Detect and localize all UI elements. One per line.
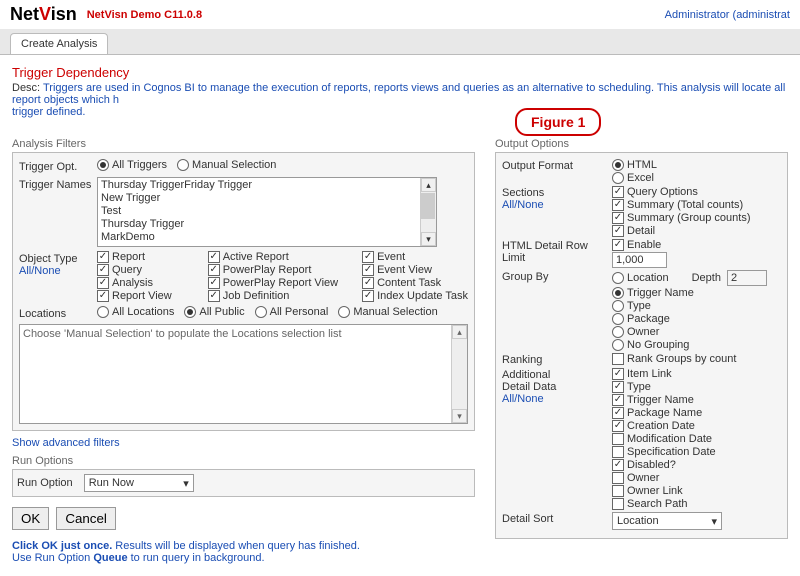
locations-textarea[interactable]: Choose 'Manual Selection' to populate th… [19,324,468,424]
check-summary-total-counts-[interactable]: Summary (Total counts) [612,199,750,211]
scrollbar[interactable]: ▴ ▾ [451,325,467,423]
groupby-label: Group By [502,270,612,283]
check-trigger-name[interactable]: Trigger Name [612,394,716,406]
check-modification-date[interactable]: Modification Date [612,433,716,445]
footer-text: Click OK just once. Results will be disp… [12,540,475,564]
check-summary-group-counts-[interactable]: Summary (Group counts) [612,212,750,224]
check-powerplay-report-view[interactable]: PowerPlay Report View [208,277,338,289]
check-query[interactable]: Query [97,264,172,276]
chevron-up-icon: ▴ [421,178,436,192]
analysis-filters-panel: Trigger Opt. All Triggers Manual Selecti… [12,152,475,431]
output-format-label: Output Format [502,159,612,172]
radio-excel[interactable]: Excel [612,172,657,184]
logo: NetVisn [10,4,77,25]
output-options-title: Output Options [495,138,788,150]
run-option-label: Run Option [17,477,73,489]
allnone-link[interactable]: All/None [502,393,612,405]
chevron-down-icon: ▾ [711,515,717,528]
check-specification-date[interactable]: Specification Date [612,446,716,458]
radio-group-location[interactable]: LocationDepth2 [612,270,767,286]
object-type-label: Object TypeAll/None [19,251,97,277]
check-query-options[interactable]: Query Options [612,186,750,198]
detail-sort-select[interactable]: Location▾ [612,512,722,530]
allnone-link[interactable]: All/None [19,265,97,277]
check-event[interactable]: Event [362,251,468,263]
run-options-title: Run Options [12,455,475,467]
detail-sort-label: Detail Sort [502,512,612,525]
check-search-path[interactable]: Search Path [612,498,716,510]
check-disabled-[interactable]: Disabled? [612,459,716,471]
check-rank[interactable]: Rank Groups by count [612,353,736,365]
trigger-names-label: Trigger Names [19,177,97,191]
run-option-select[interactable]: Run Now▾ [84,474,194,492]
additional-label: AdditionalDetail DataAll/None [502,368,612,405]
radio-group-package[interactable]: Package [612,313,767,325]
radio-group-no-grouping[interactable]: No Grouping [612,339,767,351]
page-title: Trigger Dependency [12,65,800,80]
scrollbar[interactable]: ▴ ▾ [420,178,436,246]
admin-link[interactable]: Administrator (administrat [665,9,790,21]
output-options-panel: Output Format HTML Excel SectionsAll/Non… [495,152,788,539]
radio-all-triggers[interactable]: All Triggers [97,159,167,171]
check-item-link[interactable]: Item Link [612,368,716,380]
chevron-down-icon: ▾ [421,232,436,246]
radio-group-trigger-name[interactable]: Trigger Name [612,287,767,299]
show-advanced-filters-link[interactable]: Show advanced filters [12,437,475,449]
radio-manual-selection[interactable]: Manual Selection [177,159,276,171]
radio-all-public[interactable]: All Public [184,306,244,318]
check-index-update-task[interactable]: Index Update Task [362,290,468,302]
chevron-down-icon: ▾ [183,477,189,490]
check-detail[interactable]: Detail [612,225,750,237]
radio-loc-manual[interactable]: Manual Selection [338,306,437,318]
check-active-report[interactable]: Active Report [208,251,338,263]
radio-html[interactable]: HTML [612,159,657,171]
depth-input[interactable]: 2 [727,270,767,286]
radio-all-personal[interactable]: All Personal [255,306,329,318]
rowlimit-input[interactable]: 1,000 [612,252,667,268]
description: Desc: Triggers are used in Cognos BI to … [12,82,788,118]
check-report[interactable]: Report [97,251,172,263]
version-label: NetVisn Demo C11.0.8 [87,9,202,21]
sections-label: SectionsAll/None [502,186,612,211]
chevron-up-icon: ▴ [452,325,467,339]
analysis-filters-title: Analysis Filters [12,138,475,150]
check-owner-link[interactable]: Owner Link [612,485,716,497]
trigger-opt-label: Trigger Opt. [19,159,97,173]
check-content-task[interactable]: Content Task [362,277,468,289]
radio-group-owner[interactable]: Owner [612,326,767,338]
cancel-button[interactable]: Cancel [56,507,116,530]
radio-all-locations[interactable]: All Locations [97,306,174,318]
check-report-view[interactable]: Report View [97,290,172,302]
tab-create-analysis[interactable]: Create Analysis [10,33,108,54]
tab-bar: Create Analysis [0,29,800,55]
check-enable[interactable]: Enable [612,239,667,251]
check-job-definition[interactable]: Job Definition [208,290,338,302]
trigger-names-list[interactable]: Thursday TriggerFriday Trigger New Trigg… [97,177,437,247]
check-owner[interactable]: Owner [612,472,716,484]
check-event-view[interactable]: Event View [362,264,468,276]
rowlimit-label: HTML Detail Row Limit [502,239,612,264]
depth-label: Depth [692,272,721,284]
check-powerplay-report[interactable]: PowerPlay Report [208,264,338,276]
check-type[interactable]: Type [612,381,716,393]
radio-group-type[interactable]: Type [612,300,767,312]
chevron-down-icon: ▾ [452,409,467,423]
figure-label: Figure 1 [515,108,601,136]
check-analysis[interactable]: Analysis [97,277,172,289]
check-package-name[interactable]: Package Name [612,407,716,419]
locations-label: Locations [19,306,97,320]
check-creation-date[interactable]: Creation Date [612,420,716,432]
ok-button[interactable]: OK [12,507,49,530]
allnone-link[interactable]: All/None [502,199,612,211]
ranking-label: Ranking [502,353,612,366]
